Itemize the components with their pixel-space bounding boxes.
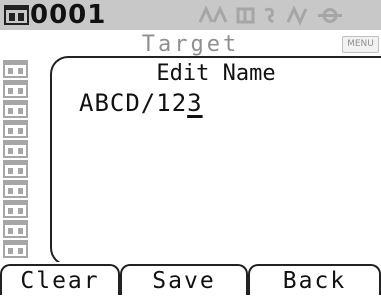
name-input[interactable]: ABCD/123 <box>79 89 203 117</box>
measurement-status-icons <box>198 5 342 26</box>
target-slot-icon <box>3 120 28 138</box>
target-id: 0001 <box>30 0 107 30</box>
target-slot-icon <box>3 220 28 238</box>
clear-button[interactable]: Clear <box>0 264 120 295</box>
name-text-prefix: ABCD/12 <box>79 89 188 117</box>
target-slot-icon <box>3 60 28 78</box>
target-slot-icon <box>3 160 28 178</box>
softkey-bar: Clear Save Back <box>0 262 381 295</box>
back-button[interactable]: Back <box>248 264 381 295</box>
menu-button[interactable]: MENU <box>342 36 379 53</box>
text-cursor: 3 <box>187 89 203 117</box>
target-slot-icon <box>3 100 28 118</box>
target-icon <box>4 5 29 25</box>
status-bar: 0001 <box>0 0 381 30</box>
target-slot-icon <box>3 80 28 98</box>
target-slot-icon <box>3 180 28 198</box>
target-list-icons <box>3 60 28 264</box>
target-slot-icon <box>3 240 28 258</box>
screen-title: Target <box>141 32 240 57</box>
save-button[interactable]: Save <box>120 264 248 295</box>
title-bar: Target MENU <box>0 30 381 57</box>
target-slot-icon <box>3 140 28 158</box>
target-slot-icon <box>3 200 28 218</box>
edit-name-panel <box>50 56 381 266</box>
edit-name-title: Edit Name <box>156 61 276 86</box>
